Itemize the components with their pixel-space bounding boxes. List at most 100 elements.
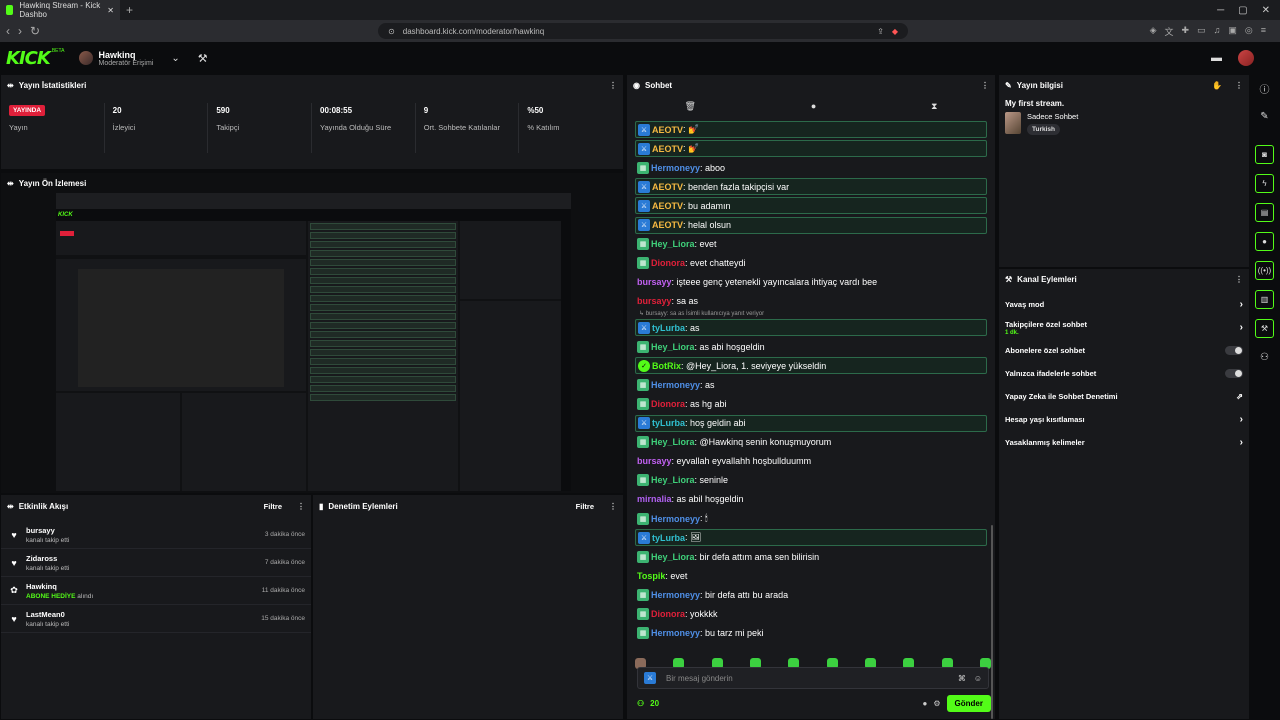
chat-settings-bubble-icon[interactable]: ●: [923, 699, 928, 708]
users-icon[interactable]: ⚇: [1255, 348, 1274, 367]
chat-message[interactable]: ▦ Hermoneyy: bu tarz mi peki: [635, 625, 987, 642]
chat-username[interactable]: Hermoneyy: [651, 163, 700, 173]
puzzle-icon[interactable]: ✚: [1182, 25, 1190, 38]
chat-username[interactable]: Hermoneyy: [651, 380, 700, 390]
minimize-icon[interactable]: ─: [1217, 5, 1224, 16]
action-followers-only[interactable]: Takipçilere özel sohbet 1 dk. ›: [999, 316, 1249, 339]
chat-username[interactable]: Hey_Liora: [651, 475, 695, 485]
document-icon[interactable]: ▤: [1255, 203, 1274, 222]
command-icon[interactable]: ⌘: [958, 674, 966, 683]
chat-username[interactable]: Hey_Liora: [651, 552, 695, 562]
send-button[interactable]: Gönder: [946, 694, 991, 712]
lightning-icon[interactable]: ϟ: [1255, 174, 1274, 193]
wrench-toggle-icon[interactable]: ⚒: [1255, 319, 1274, 338]
emoji-icon[interactable]: ☺: [974, 674, 982, 683]
chat-message[interactable]: bursayy: işteee genç yetenekli yayıncala…: [635, 274, 987, 291]
emote-only-toggle[interactable]: [1225, 369, 1243, 378]
more-options-icon[interactable]: ⋮: [609, 81, 617, 90]
info-circle-icon[interactable]: ⓘ: [1255, 79, 1274, 98]
action-account-age[interactable]: Hesap yaşı kısıtlaması ›: [999, 408, 1249, 431]
back-icon[interactable]: ‹: [6, 24, 10, 38]
pencil-icon[interactable]: ✎: [1255, 107, 1274, 126]
vpn-icon[interactable]: ◎: [1245, 25, 1253, 38]
music-icon[interactable]: ♫: [1214, 25, 1221, 38]
chat-message[interactable]: ▦ Hey_Liora: @Hawkinq senin konuşmuyorum: [635, 434, 987, 451]
menu-icon[interactable]: ≡: [1261, 25, 1266, 38]
chat-username[interactable]: bursayy: [637, 456, 672, 466]
chat-message[interactable]: ▦ Dionora: as hg abi: [635, 395, 987, 412]
chat-username[interactable]: bursayy: [637, 277, 672, 287]
chat-message[interactable]: ▦ Hey_Liora: evet: [635, 236, 987, 253]
chat-message[interactable]: bursayy: sa as: [635, 293, 987, 310]
more-options-icon[interactable]: ⋮: [1235, 81, 1243, 90]
chat-message[interactable]: Tospik: evet: [635, 567, 987, 584]
chat-username[interactable]: AEOTV: [652, 182, 683, 192]
new-tab-button[interactable]: +: [126, 3, 133, 17]
chat-message[interactable]: ⚔ tyLurba: 🖼: [635, 529, 987, 547]
subscribers-only-toggle[interactable]: [1225, 346, 1243, 355]
preview-toggle-icon[interactable]: ◙: [1255, 145, 1274, 164]
user-avatar[interactable]: [1238, 50, 1254, 66]
feed-user[interactable]: bursayy: [26, 526, 265, 535]
brave-shield-icon[interactable]: ◆: [892, 27, 898, 36]
action-banned-words[interactable]: Yasaklanmış kelimeler ›: [999, 431, 1249, 454]
chat-username[interactable]: Hermoneyy: [651, 590, 700, 600]
filter-button[interactable]: Filtre: [576, 502, 594, 511]
chat-username[interactable]: tyLurba: [652, 533, 685, 543]
chat-username[interactable]: Hey_Liora: [651, 342, 695, 352]
chat-message[interactable]: mirnalia: as abil hoşgeldin: [635, 491, 987, 508]
chat-username[interactable]: AEOTV: [652, 220, 683, 230]
chat-username[interactable]: Dionora: [651, 258, 685, 268]
close-window-icon[interactable]: ✕: [1262, 5, 1270, 16]
maximize-icon[interactable]: ▢: [1238, 5, 1247, 16]
chat-message[interactable]: ⚔ AEOTV: 💅: [635, 121, 987, 138]
broadcast-icon[interactable]: ((•)): [1255, 261, 1274, 280]
theater-mode-icon[interactable]: ▬: [1211, 52, 1222, 64]
chat-username[interactable]: Hey_Liora: [651, 239, 695, 249]
chat-message[interactable]: ▦ Hey_Liora: bir defa attım ama sen bilir…: [635, 548, 987, 565]
more-options-icon[interactable]: ⋮: [981, 81, 989, 90]
wallet-icon[interactable]: ▣: [1228, 25, 1237, 38]
chat-username[interactable]: Dionora: [651, 609, 685, 619]
chevron-down-icon[interactable]: ⌄: [171, 53, 179, 64]
feed-user[interactable]: Hawkinq: [26, 582, 262, 591]
chat-message[interactable]: ⚔ AEOTV: helal olsun: [635, 216, 987, 234]
more-options-icon[interactable]: ⋮: [1235, 275, 1243, 284]
chat-scrollbar[interactable]: [991, 525, 993, 719]
edit-icon[interactable]: ✋: [1212, 81, 1222, 90]
chat-username[interactable]: AEOTV: [652, 125, 683, 135]
chat-message[interactable]: ⚔ tyLurba: as: [635, 319, 987, 336]
chat-message[interactable]: ▦ Hey_Liora: as abi hoşgeldin: [635, 338, 987, 355]
chat-bubble-icon[interactable]: ●: [811, 101, 816, 111]
reload-icon[interactable]: ↻: [30, 24, 40, 38]
chat-message[interactable]: ⚔ AEOTV: bu adamın: [635, 197, 987, 215]
hourglass-icon[interactable]: ⧗: [931, 101, 937, 112]
feed-user[interactable]: Zidaross: [26, 554, 265, 563]
chat-message[interactable]: ⚔ AEOTV: benden fazla takipçisi var: [635, 178, 987, 196]
forward-icon[interactable]: ›: [18, 24, 22, 38]
close-tab-icon[interactable]: ✕: [107, 6, 114, 15]
chat-username[interactable]: Hermoneyy: [651, 514, 700, 524]
chat-message[interactable]: ▦ Hermoneyy: bir defa attı bu arada: [635, 586, 987, 603]
chat-username[interactable]: AEOTV: [652, 144, 683, 154]
stream-preview-video[interactable]: KICK: [56, 193, 571, 491]
chat-message[interactable]: ▦ Hermoneyy: aboo: [635, 159, 987, 176]
kick-logo[interactable]: KICK: [6, 48, 51, 69]
sidebar-icon[interactable]: ▭: [1197, 25, 1206, 38]
chat-toggle-icon[interactable]: ●: [1255, 232, 1274, 251]
chat-message[interactable]: ▦ Hermoneyy: as: [635, 376, 987, 393]
chat-username[interactable]: tyLurba: [652, 323, 685, 333]
chat-username[interactable]: Dionora: [651, 399, 685, 409]
chat-username[interactable]: tyLurba: [652, 418, 685, 428]
chat-username[interactable]: bursayy: [637, 296, 672, 306]
hammer-icon[interactable]: ⚒: [198, 52, 208, 65]
chat-message[interactable]: ▦ Dionora: evet chatteydi: [635, 255, 987, 272]
share-icon[interactable]: ⇪: [877, 27, 884, 36]
trash-icon[interactable]: 🗑: [684, 101, 695, 112]
gear-icon[interactable]: ⚙: [933, 699, 940, 708]
extension-icon[interactable]: ◈: [1150, 25, 1157, 38]
filter-button[interactable]: Filtre: [264, 502, 282, 511]
more-options-icon[interactable]: ⋮: [297, 502, 305, 511]
chat-username[interactable]: mirnalia: [637, 494, 672, 504]
chat-message[interactable]: ▦ Hey_Liora: seninle: [635, 472, 987, 489]
